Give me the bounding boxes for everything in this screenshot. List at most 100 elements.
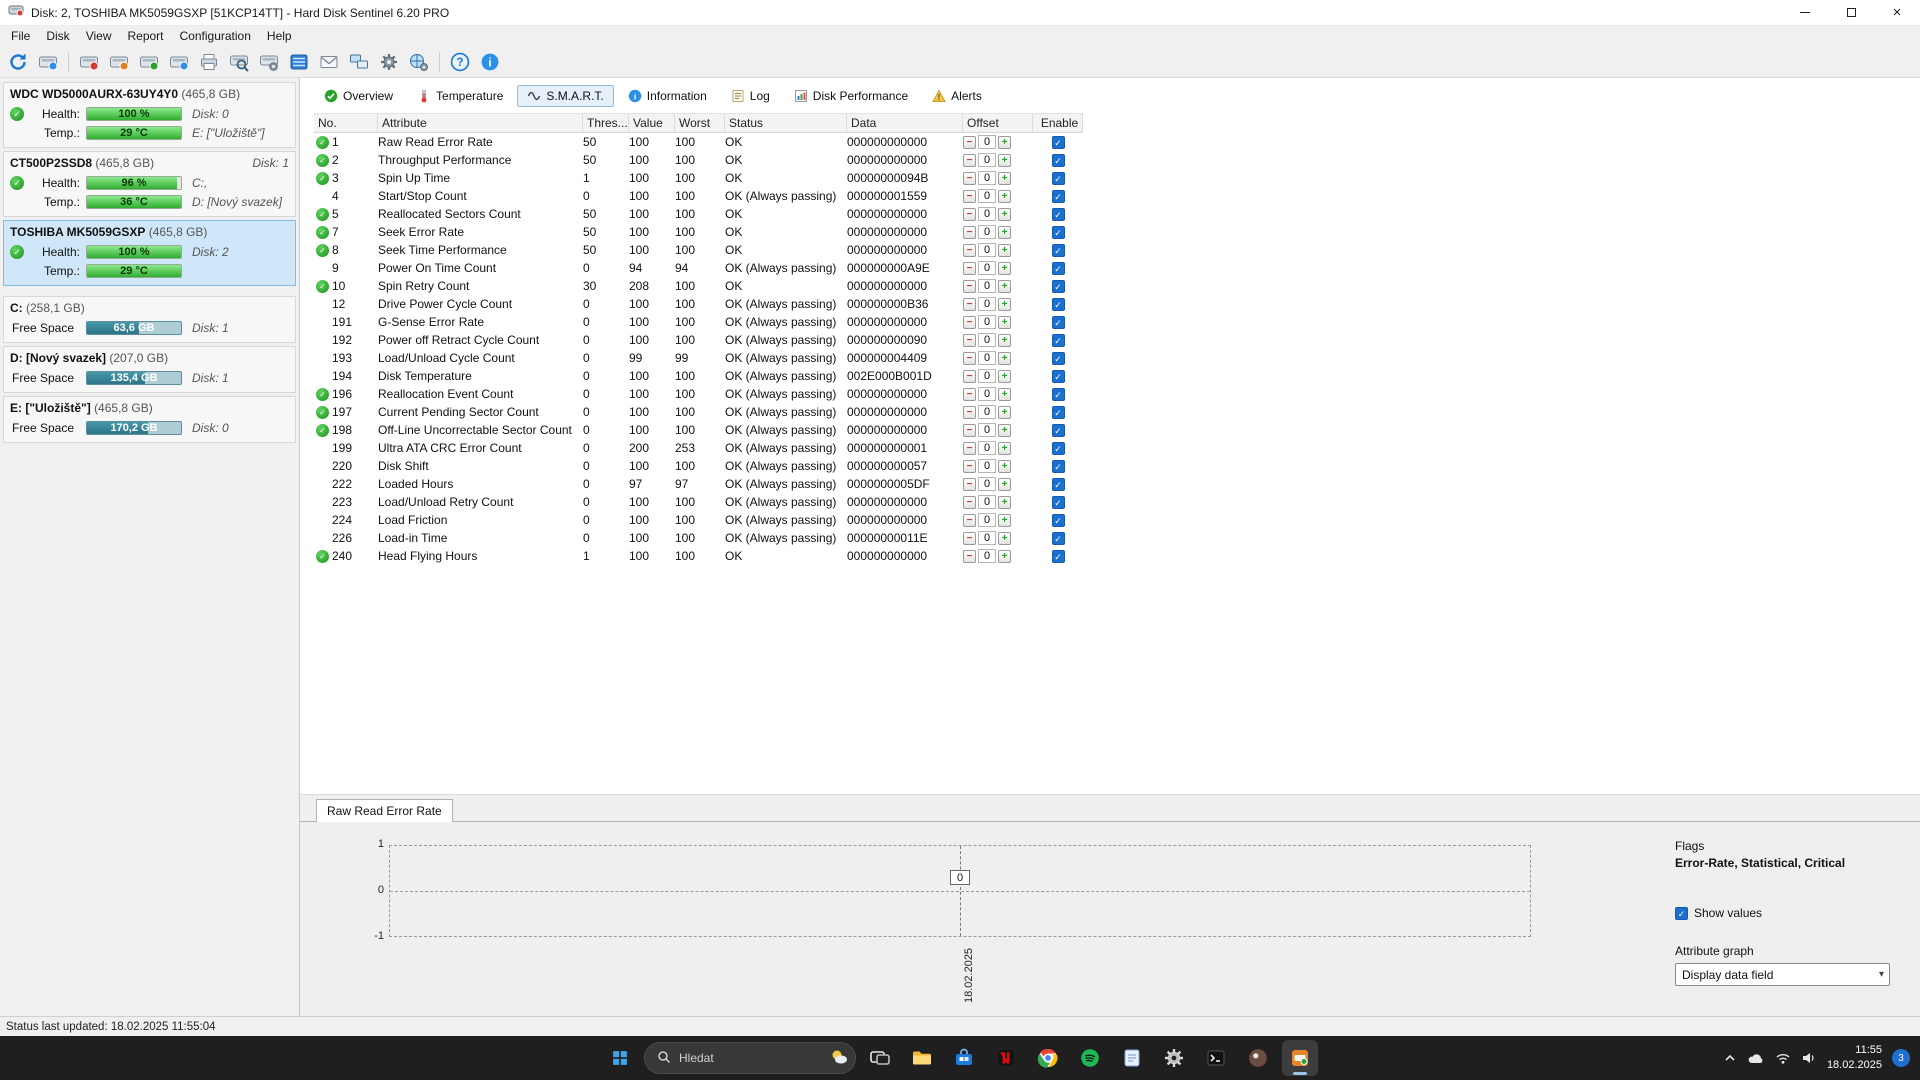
offset-decrease-button[interactable]: − xyxy=(963,154,976,167)
onedrive-cloud-icon[interactable] xyxy=(1747,1051,1765,1065)
offset-decrease-button[interactable]: − xyxy=(963,136,976,149)
smart-attribute-row[interactable]: ✓226Load-in Time0100100OK (Always passin… xyxy=(314,529,1083,547)
smart-attribute-row[interactable]: ✓1Raw Read Error Rate50100100OK000000000… xyxy=(314,133,1083,151)
tab-overview[interactable]: Overview xyxy=(314,85,403,107)
offset-decrease-button[interactable]: − xyxy=(963,478,976,491)
offset-value[interactable]: 0 xyxy=(978,315,996,329)
smart-attribute-row[interactable]: ✓3Spin Up Time1100100OK00000000094B−0+✓ xyxy=(314,169,1083,187)
column-header[interactable]: Worst xyxy=(675,114,725,132)
offset-increase-button[interactable]: + xyxy=(998,190,1011,203)
offset-decrease-button[interactable]: − xyxy=(963,460,976,473)
menu-help[interactable]: Help xyxy=(259,27,300,45)
offset-increase-button[interactable]: + xyxy=(998,352,1011,365)
offset-value[interactable]: 0 xyxy=(978,351,996,365)
disk-item[interactable]: WDC WD5000AURX-63UY4Y0 (465,8 GB)✓Health… xyxy=(3,82,296,148)
enable-checkbox[interactable]: ✓ xyxy=(1052,154,1065,167)
column-header[interactable]: Data xyxy=(847,114,963,132)
start-button[interactable] xyxy=(602,1040,638,1076)
enable-checkbox[interactable]: ✓ xyxy=(1052,532,1065,545)
enable-checkbox[interactable]: ✓ xyxy=(1052,190,1065,203)
taskbar-app-settings[interactable] xyxy=(1156,1040,1192,1076)
column-header[interactable]: Status xyxy=(725,114,847,132)
smart-attribute-row[interactable]: ✓240Head Flying Hours1100100OK0000000000… xyxy=(314,547,1083,565)
enable-checkbox[interactable]: ✓ xyxy=(1052,460,1065,473)
disk-test-button[interactable] xyxy=(105,49,133,75)
surface-test-button[interactable] xyxy=(225,49,253,75)
offset-decrease-button[interactable]: − xyxy=(963,298,976,311)
send-mail-report-button[interactable] xyxy=(315,49,343,75)
offset-increase-button[interactable]: + xyxy=(998,496,1011,509)
enable-checkbox[interactable]: ✓ xyxy=(1052,514,1065,527)
partition-item[interactable]: E: ["Uložiště"] (465,8 GB)Free Space170,… xyxy=(3,396,296,443)
menu-file[interactable]: File xyxy=(3,27,38,45)
column-header[interactable]: Offset xyxy=(963,114,1033,132)
enable-checkbox[interactable]: ✓ xyxy=(1052,208,1065,221)
offset-increase-button[interactable]: + xyxy=(998,226,1011,239)
network-status-button[interactable] xyxy=(345,49,373,75)
enable-checkbox[interactable]: ✓ xyxy=(1052,442,1065,455)
offset-increase-button[interactable]: + xyxy=(998,136,1011,149)
offset-increase-button[interactable]: + xyxy=(998,262,1011,275)
taskbar-app-spotify[interactable] xyxy=(1072,1040,1108,1076)
offset-decrease-button[interactable]: − xyxy=(963,208,976,221)
about-button[interactable]: i xyxy=(476,49,504,75)
smart-attribute-row[interactable]: ✓4Start/Stop Count0100100OK (Always pass… xyxy=(314,187,1083,205)
enable-checkbox[interactable]: ✓ xyxy=(1052,334,1065,347)
offset-decrease-button[interactable]: − xyxy=(963,244,976,257)
offset-increase-button[interactable]: + xyxy=(998,370,1011,383)
offset-value[interactable]: 0 xyxy=(978,477,996,491)
offset-increase-button[interactable]: + xyxy=(998,550,1011,563)
offset-increase-button[interactable]: + xyxy=(998,460,1011,473)
offset-value[interactable]: 0 xyxy=(978,297,996,311)
offset-increase-button[interactable]: + xyxy=(998,514,1011,527)
offset-value[interactable]: 0 xyxy=(978,261,996,275)
smart-attribute-row[interactable]: ✓191G-Sense Error Rate0100100OK (Always … xyxy=(314,313,1083,331)
column-header[interactable]: Attribute xyxy=(378,114,583,132)
offset-value[interactable]: 0 xyxy=(978,225,996,239)
smart-attribute-row[interactable]: ✓192Power off Retract Cycle Count0100100… xyxy=(314,331,1083,349)
offset-value[interactable]: 0 xyxy=(978,513,996,527)
offset-value[interactable]: 0 xyxy=(978,153,996,167)
offset-decrease-button[interactable]: − xyxy=(963,226,976,239)
offset-increase-button[interactable]: + xyxy=(998,388,1011,401)
smart-attribute-row[interactable]: ✓9Power On Time Count09494OK (Always pas… xyxy=(314,259,1083,277)
tab-log[interactable]: Log xyxy=(721,85,780,107)
smart-attribute-row[interactable]: ✓197Current Pending Sector Count0100100O… xyxy=(314,403,1083,421)
enable-checkbox[interactable]: ✓ xyxy=(1052,406,1065,419)
offset-value[interactable]: 0 xyxy=(978,549,996,563)
taskbar-app-store[interactable] xyxy=(946,1040,982,1076)
taskbar-app-task-view[interactable] xyxy=(862,1040,898,1076)
taskbar-app-paint[interactable] xyxy=(1240,1040,1276,1076)
disk-item[interactable]: CT500P2SSD8 (465,8 GB)Disk: 1✓Health:96 … xyxy=(3,151,296,217)
detect-disks-button[interactable] xyxy=(34,49,62,75)
show-values-toggle[interactable]: ✓ Show values xyxy=(1675,906,1910,920)
offset-increase-button[interactable]: + xyxy=(998,172,1011,185)
maximize-button[interactable] xyxy=(1828,0,1874,25)
offset-value[interactable]: 0 xyxy=(978,369,996,383)
offset-value[interactable]: 0 xyxy=(978,333,996,347)
offset-increase-button[interactable]: + xyxy=(998,298,1011,311)
offset-increase-button[interactable]: + xyxy=(998,424,1011,437)
tab-disk-performance[interactable]: Disk Performance xyxy=(784,85,918,107)
refresh-button[interactable] xyxy=(4,49,32,75)
enable-checkbox[interactable]: ✓ xyxy=(1052,316,1065,329)
offset-decrease-button[interactable]: − xyxy=(963,316,976,329)
offset-value[interactable]: 0 xyxy=(978,135,996,149)
offset-increase-button[interactable]: + xyxy=(998,208,1011,221)
chevron-up-icon[interactable] xyxy=(1723,1051,1737,1065)
smart-attribute-row[interactable]: ✓10Spin Retry Count30208100OK00000000000… xyxy=(314,277,1083,295)
taskbar-search[interactable]: Hledat xyxy=(644,1042,856,1074)
network-icon[interactable] xyxy=(1775,1051,1791,1065)
offset-decrease-button[interactable]: − xyxy=(963,334,976,347)
online-settings-button[interactable] xyxy=(405,49,433,75)
menu-configuration[interactable]: Configuration xyxy=(172,27,259,45)
enable-checkbox[interactable]: ✓ xyxy=(1052,298,1065,311)
offset-decrease-button[interactable]: − xyxy=(963,514,976,527)
disk-error-button[interactable] xyxy=(75,49,103,75)
offset-value[interactable]: 0 xyxy=(978,387,996,401)
smart-attribute-row[interactable]: ✓222Loaded Hours09797OK (Always passing)… xyxy=(314,475,1083,493)
enable-checkbox[interactable]: ✓ xyxy=(1052,424,1065,437)
offset-decrease-button[interactable]: − xyxy=(963,262,976,275)
offset-decrease-button[interactable]: − xyxy=(963,370,976,383)
taskbar-app-hard-disk-sentinel[interactable] xyxy=(1282,1040,1318,1076)
